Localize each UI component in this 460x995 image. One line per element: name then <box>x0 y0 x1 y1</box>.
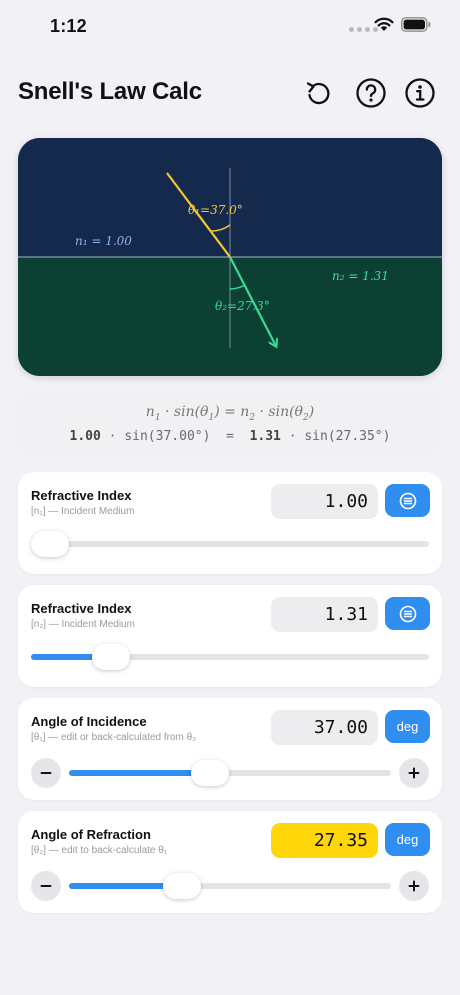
n1-slider[interactable] <box>31 531 429 557</box>
info-button[interactable] <box>403 76 437 110</box>
formula-numeric: 1.00 · sin(37.00°) = 1.31 · sin(27.35°) <box>69 429 391 444</box>
n2-label: n₂ = 1.31 <box>332 269 389 283</box>
card-angle-refraction: Angle of Refraction [θ₂] — edit to back-… <box>18 811 442 913</box>
minus-icon <box>40 885 52 887</box>
slider-thumb[interactable] <box>162 873 201 899</box>
plus-icon <box>408 767 420 779</box>
list-icon <box>399 492 416 509</box>
list-icon <box>399 605 416 622</box>
card-angle-incidence: Angle of Incidence [θ₁] — edit or back-c… <box>18 698 442 800</box>
reset-icon <box>306 82 330 105</box>
theta2-unit-button[interactable]: deg <box>385 823 430 856</box>
formula-sin2: sin(27.35°) <box>304 429 391 444</box>
theta1-value-field[interactable]: 37.00 <box>271 710 378 745</box>
theta1-unit-button[interactable]: deg <box>385 710 430 743</box>
n1-label: n₁ = 1.00 <box>75 234 132 248</box>
card-subtitle: [n₁] — Incident Medium <box>31 506 135 517</box>
formula-n2: 1.31 <box>249 429 281 444</box>
n2-slider[interactable] <box>31 644 429 670</box>
formula-n1: 1.00 <box>69 429 101 444</box>
card-n1: Refractive Index [n₁] — Incident Medium … <box>18 472 442 574</box>
card-title: Angle of Incidence <box>31 714 147 729</box>
slider-thumb[interactable] <box>92 644 131 670</box>
formula-eq: = <box>226 429 234 444</box>
n2-material-list-button[interactable] <box>385 597 430 630</box>
card-title: Refractive Index <box>31 601 132 616</box>
theta2-increment-button[interactable] <box>399 871 429 901</box>
help-icon <box>356 78 386 108</box>
formula-sin1: sin(37.00°) <box>124 429 211 444</box>
n1-value-field[interactable]: 1.00 <box>271 484 378 519</box>
wifi-icon <box>374 17 394 31</box>
theta2-label: θ₂=27.3° <box>215 299 270 313</box>
card-title: Angle of Refraction <box>31 827 151 842</box>
refraction-diagram: n₁ = 1.00 n₂ = 1.31 θ₁=37.0° θ₂=27.3° <box>18 138 442 376</box>
slider-fill <box>69 770 211 776</box>
card-subtitle: [θ₂] — edit to back-calculate θ₁ <box>31 845 168 856</box>
reset-button[interactable] <box>301 76 335 110</box>
theta2-decrement-button[interactable] <box>31 871 61 901</box>
card-n2: Refractive Index [n₂] — Incident Medium … <box>18 585 442 687</box>
card-subtitle: [θ₁] — edit or back-calculated from θ₂ <box>31 732 197 743</box>
status-bar: 1:12 <box>0 0 460 54</box>
theta2-slider[interactable] <box>69 873 391 899</box>
theta1-slider[interactable] <box>69 760 391 786</box>
battery-icon <box>401 17 431 32</box>
n1-material-list-button[interactable] <box>385 484 430 517</box>
formula-symbolic: n1 · sin(θ1) = n2 · sin(θ2) <box>145 404 315 423</box>
minus-icon <box>40 772 52 774</box>
theta2-value-field[interactable]: 27.35 <box>271 823 378 858</box>
card-title: Refractive Index <box>31 488 132 503</box>
card-subtitle: [n₂] — Incident Medium <box>31 619 135 630</box>
n2-value-field[interactable]: 1.31 <box>271 597 378 632</box>
help-button[interactable] <box>354 76 388 110</box>
theta1-label: θ₁=37.0° <box>188 203 243 217</box>
slider-thumb[interactable] <box>191 760 230 786</box>
plus-icon <box>408 880 420 892</box>
status-time: 1:12 <box>50 16 87 36</box>
slider-thumb[interactable] <box>31 531 69 557</box>
page-title: Snell's Law Calc <box>18 78 202 105</box>
snells-law-formula: n1 · sin(θ1) = n2 · sin(θ2) 1.00 · sin(3… <box>18 390 442 456</box>
theta1-increment-button[interactable] <box>399 758 429 788</box>
app-header: Snell's Law Calc <box>0 68 460 122</box>
info-icon <box>405 78 435 108</box>
theta1-decrement-button[interactable] <box>31 758 61 788</box>
